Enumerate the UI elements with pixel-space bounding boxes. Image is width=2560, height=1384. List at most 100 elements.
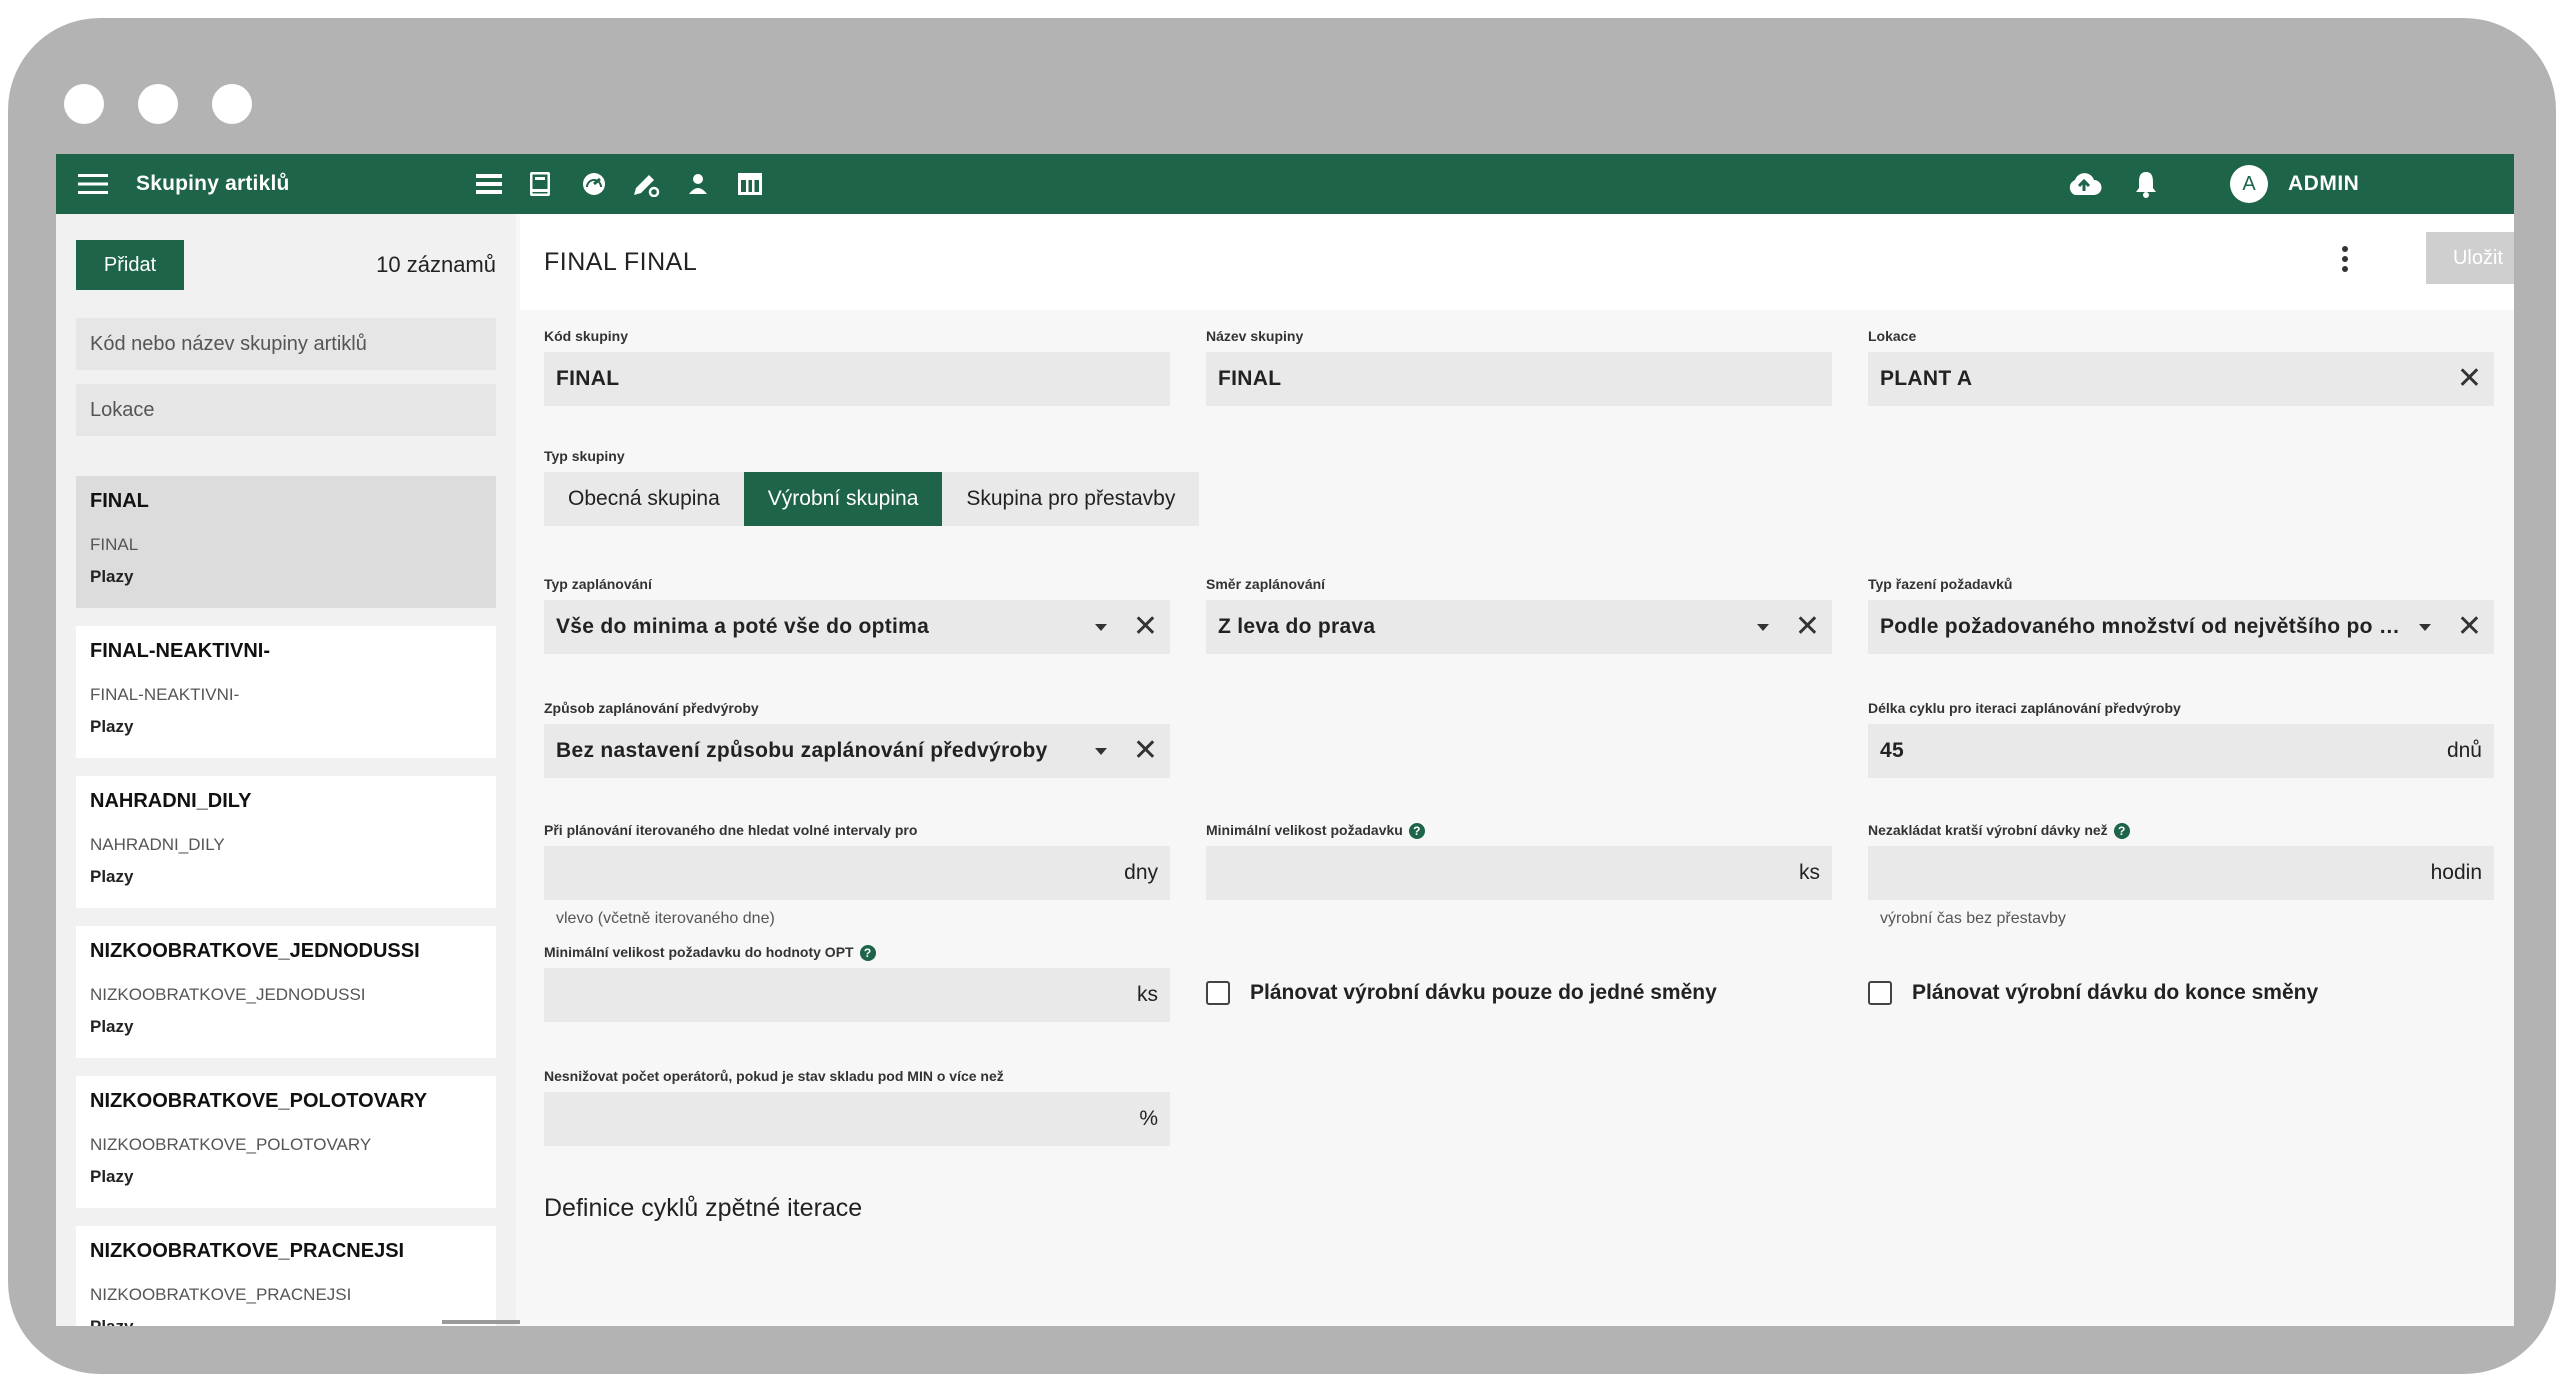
planning-direction-value: Z leva do prava	[1218, 615, 1376, 638]
page-title: FINAL FINAL	[544, 248, 698, 276]
list-item-title: NAHRADNI_DILY	[90, 790, 252, 812]
checkbox-icon[interactable]	[1206, 981, 1230, 1005]
planning-type-value: Vše do minima a poté vše do optima	[556, 615, 930, 638]
help-icon[interactable]: ?	[1408, 823, 1425, 840]
unit-label: ks	[1799, 861, 1820, 884]
group-type-production[interactable]: Výrobní skupina	[743, 472, 943, 526]
window-dot	[138, 84, 178, 124]
search-input[interactable]: Kód nebo název skupiny artiklů	[76, 318, 496, 370]
request-sort-select[interactable]: Podle požadovaného množství od největšíh…	[1868, 600, 2494, 654]
field-label: Lokace	[1868, 328, 1917, 344]
field-hint: vlevo (včetně iterovaného dne)	[556, 910, 775, 927]
list-item[interactable]: FINAL-NEAKTIVNI- FINAL-NEAKTIVNI- Plazy	[76, 626, 496, 758]
field-label: Kód skupiny	[544, 328, 629, 344]
unit-label: %	[1139, 1107, 1158, 1130]
list-item[interactable]: NIZKOOBRATKOVE_PRACNEJSI NIZKOOBRATKOVE_…	[76, 1226, 496, 1326]
location-filter-input[interactable]: Lokace	[76, 384, 496, 436]
clear-icon[interactable]: ✕	[1133, 612, 1158, 642]
main-panel: FINAL FINAL Uložit Kód skupiny FINAL Náz…	[520, 214, 2514, 1326]
clear-icon[interactable]: ✕	[2457, 364, 2482, 394]
field-label: Typ skupiny	[544, 448, 625, 464]
dropdown-arrow-icon[interactable]	[1094, 623, 1107, 631]
list-icon[interactable]	[476, 154, 502, 214]
field-label: Minimální velikost požadavku do hodnoty …	[544, 944, 876, 962]
min-request-opt-input[interactable]: ks	[544, 968, 1170, 1022]
cloud-upload-icon[interactable]	[2066, 154, 2102, 214]
dropdown-arrow-icon[interactable]	[2418, 623, 2431, 631]
list-item-title: NIZKOOBRATKOVE_JEDNODUSSI	[90, 940, 420, 962]
section-title: Definice cyklů zpětné iterace	[544, 1194, 863, 1222]
menu-icon[interactable]	[78, 154, 108, 214]
gauge-icon[interactable]	[582, 154, 606, 214]
min-batch-label: Nezakládat kratší výrobní dávky než	[1868, 822, 2108, 838]
list-item-location: Plazy	[90, 1167, 134, 1186]
cycle-length-value: 45	[1880, 739, 1904, 762]
clear-icon[interactable]: ✕	[2457, 612, 2482, 642]
list-item-title: FINAL	[90, 490, 149, 512]
field-label: Minimální velikost požadavku?	[1206, 822, 1425, 840]
cycle-length-input[interactable]: 45 dnů	[1868, 724, 2494, 778]
field-label: Nesnižovat počet operátorů, pokud je sta…	[544, 1068, 1004, 1084]
group-type-changeover[interactable]: Skupina pro přestavby	[942, 472, 1199, 526]
group-type-toggle: Obecná skupina Výrobní skupina Skupina p…	[544, 472, 1200, 526]
field-label: Délka cyklu pro iteraci zaplánování před…	[1868, 700, 2181, 716]
field-label: Při plánování iterovaného dne hledat vol…	[544, 822, 918, 838]
clear-icon[interactable]: ✕	[1795, 612, 1820, 642]
bell-icon[interactable]	[2134, 154, 2158, 214]
group-code-field[interactable]: FINAL	[544, 352, 1170, 406]
checkbox-icon[interactable]	[1868, 981, 1892, 1005]
table-icon[interactable]	[738, 154, 762, 214]
unit-label: ks	[1137, 983, 1158, 1006]
planning-direction-select[interactable]: Z leva do prava ✕	[1206, 600, 1832, 654]
end-shift-checkbox[interactable]: Plánovat výrobní dávku do konce směny	[1868, 981, 2318, 1005]
checkbox-label: Plánovat výrobní dávku pouze do jedné sm…	[1250, 981, 1717, 1004]
list-item-code: NIZKOOBRATKOVE_POLOTOVARY	[90, 1135, 372, 1154]
min-batch-input[interactable]: hodin	[1868, 846, 2494, 900]
field-label: Nezakládat kratší výrobní dávky než?	[1868, 822, 2130, 840]
save-button[interactable]: Uložit	[2426, 232, 2514, 284]
list-item[interactable]: NIZKOOBRATKOVE_POLOTOVARY NIZKOOBRATKOVE…	[76, 1076, 496, 1208]
group-name-field[interactable]: FINAL	[1206, 352, 1832, 406]
main-header: FINAL FINAL Uložit	[520, 214, 2514, 310]
dropdown-arrow-icon[interactable]	[1094, 747, 1107, 755]
sidebar: Přidat 10 záznamů Kód nebo název skupiny…	[56, 214, 516, 1326]
list-item-code: NAHRADNI_DILY	[90, 835, 225, 854]
min-request-label: Minimální velikost požadavku	[1206, 822, 1403, 838]
app-title: Skupiny artiklů	[136, 172, 290, 195]
help-icon[interactable]: ?	[859, 945, 876, 962]
clear-icon[interactable]: ✕	[1133, 736, 1158, 766]
list-item-location: Plazy	[90, 1017, 134, 1036]
record-count: 10 záznamů	[376, 252, 496, 277]
free-intervals-input[interactable]: dny	[544, 846, 1170, 900]
location-select[interactable]: PLANT A ✕	[1868, 352, 2494, 406]
dropdown-arrow-icon[interactable]	[1756, 623, 1769, 631]
help-icon[interactable]: ?	[2113, 823, 2130, 840]
list-item-title: NIZKOOBRATKOVE_PRACNEJSI	[90, 1240, 405, 1262]
top-bar: Skupiny artiklů A ADMIN	[56, 154, 2514, 214]
list-item[interactable]: NIZKOOBRATKOVE_JEDNODUSSI NIZKOOBRATKOVE…	[76, 926, 496, 1058]
operators-input[interactable]: %	[544, 1092, 1170, 1146]
more-options-icon[interactable]	[2340, 246, 2350, 276]
field-hint: výrobní čas bez přestavby	[1880, 910, 2066, 927]
list-item-location: Plazy	[90, 867, 134, 886]
group-type-general[interactable]: Obecná skupina	[544, 472, 744, 526]
person-icon[interactable]	[688, 154, 708, 214]
list-item[interactable]: FINAL FINAL Plazy	[76, 476, 496, 608]
field-label: Směr zaplánování	[1206, 576, 1326, 592]
unit-label: dny	[1124, 861, 1158, 884]
avatar: A	[2230, 165, 2268, 203]
user-menu[interactable]: A ADMIN	[2230, 154, 2514, 214]
app-screen: Skupiny artiklů A ADMIN Přidat 10 záznam…	[56, 154, 2514, 1326]
list-item-location: Plazy	[90, 567, 134, 586]
preproduction-method-select[interactable]: Bez nastavení způsobu zaplánování předvý…	[544, 724, 1170, 778]
add-button[interactable]: Přidat	[76, 240, 184, 290]
list-item[interactable]: NAHRADNI_DILY NAHRADNI_DILY Plazy	[76, 776, 496, 908]
planning-type-select[interactable]: Vše do minima a poté vše do optima ✕	[544, 600, 1170, 654]
unit-label: dnů	[2446, 739, 2482, 762]
field-label: Typ řazení požadavků	[1868, 576, 2013, 592]
book-icon[interactable]	[530, 154, 550, 214]
edit-icon[interactable]	[632, 154, 660, 214]
list-item-code: NIZKOOBRATKOVE_PRACNEJSI	[90, 1285, 352, 1304]
one-shift-checkbox[interactable]: Plánovat výrobní dávku pouze do jedné sm…	[1206, 981, 1717, 1005]
min-request-input[interactable]: ks	[1206, 846, 1832, 900]
